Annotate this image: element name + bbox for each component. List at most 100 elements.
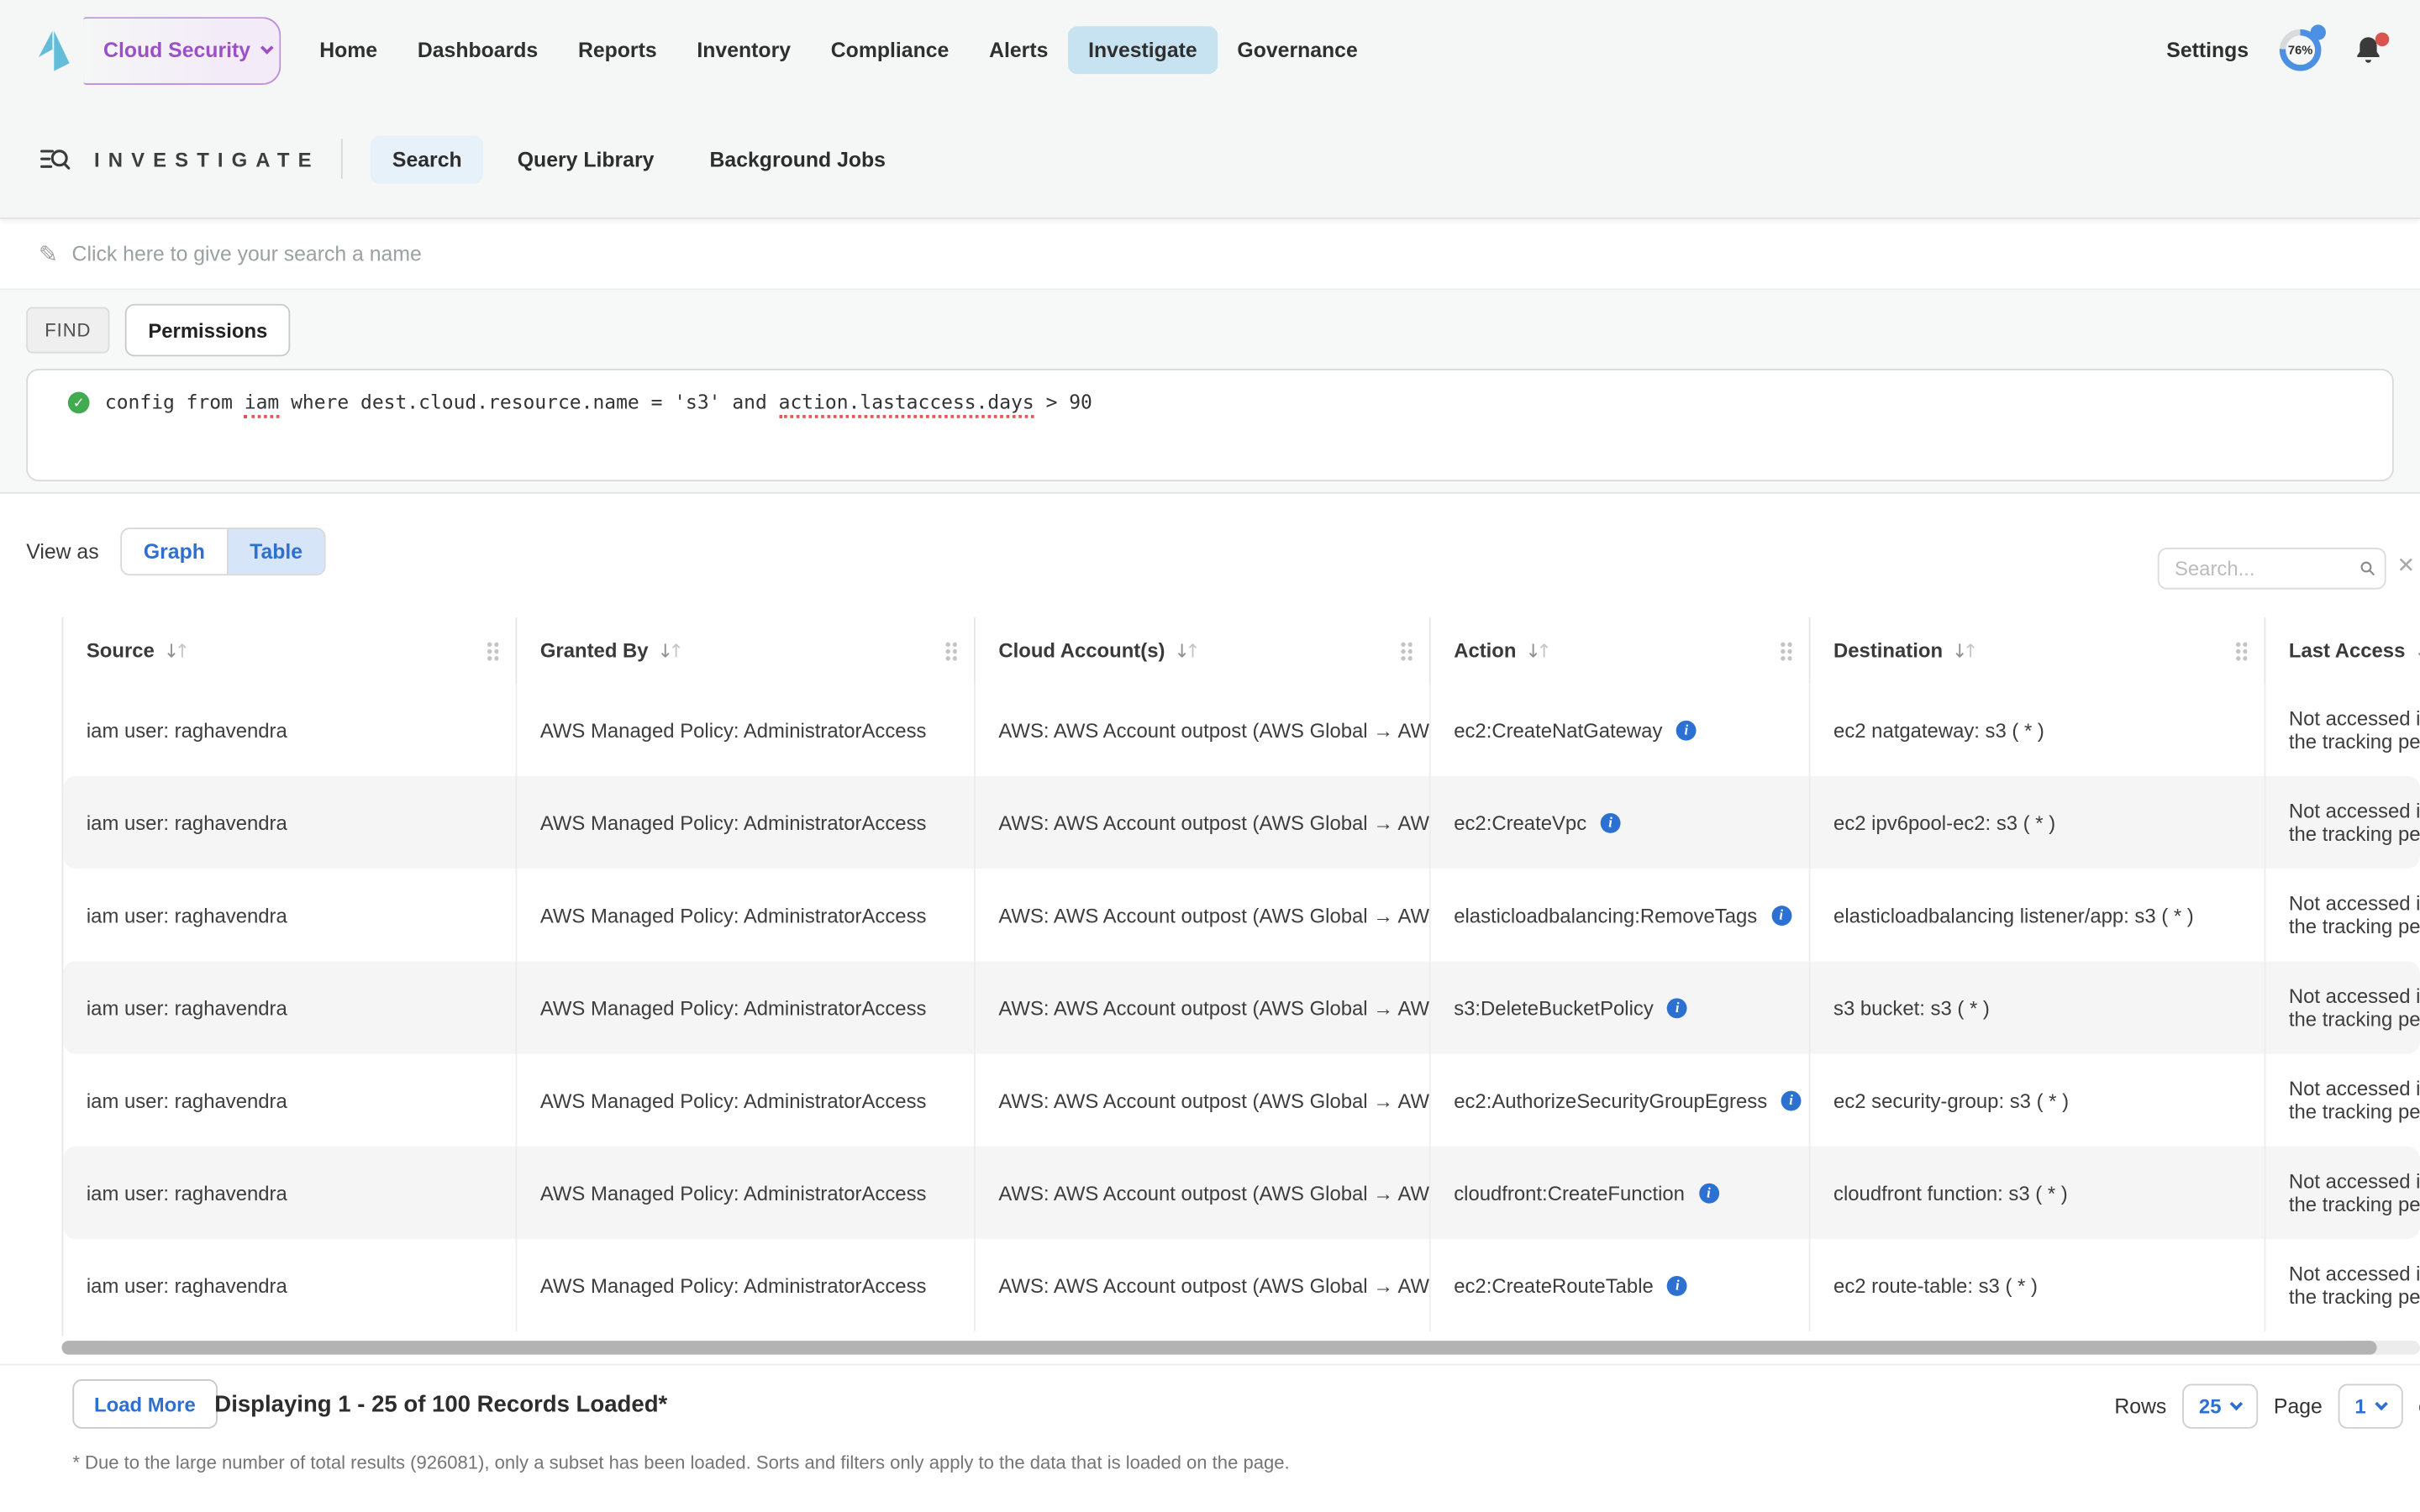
- search-icon: [2360, 557, 2375, 580]
- table-row[interactable]: iam user: raghavendra AWS Managed Policy:…: [63, 776, 2420, 869]
- table-row[interactable]: iam user: raghavendraAWS Managed Policy:…: [63, 869, 2420, 961]
- query-box[interactable]: ✓ config from iam where dest.cloud.resou…: [26, 369, 2394, 481]
- cell-granted-by: AWS Managed Policy: AdministratorAccess: [517, 869, 976, 961]
- table-row[interactable]: iam user: raghavendraAWS Managed Policy:…: [63, 961, 2420, 1053]
- cell-text: Not accessed in the tracking period: [2289, 1169, 2420, 1215]
- column-header-destination[interactable]: Destination↓↑: [1810, 617, 2265, 684]
- column-header-last-access[interactable]: Last Access↓↑: [2265, 617, 2420, 684]
- sort-icon[interactable]: ↓↑: [658, 639, 680, 661]
- results-search-box: [2158, 548, 2386, 590]
- topnav-right: Settings 76%: [2166, 29, 2386, 71]
- cell-text: iam user: raghavendra: [87, 811, 287, 834]
- nav-item-compliance[interactable]: Compliance: [811, 26, 969, 74]
- query-token: where dest.cloud.resource.name = 's3' an…: [279, 391, 778, 414]
- drag-handle-icon[interactable]: [1400, 640, 1413, 660]
- cell-text: s3 bucket: s3 ( * ): [1833, 996, 1990, 1020]
- investigate-search-icon: [39, 143, 71, 176]
- table-row[interactable]: iam user: raghavendraAWS Managed Policy:…: [63, 684, 2420, 776]
- sort-icon[interactable]: ↓↑: [164, 639, 186, 661]
- cell-source: iam user: raghavendra: [63, 1147, 517, 1239]
- nav-item-reports[interactable]: Reports: [558, 26, 676, 74]
- info-icon[interactable]: i: [1667, 997, 1687, 1017]
- sort-icon[interactable]: ↓↑: [1952, 639, 1974, 661]
- view-option-table[interactable]: Table: [227, 529, 324, 574]
- search-name-row: ✎ Click here to give your search a name: [0, 219, 2420, 290]
- cell-action: ec2:CreateVpc i: [1431, 776, 1811, 869]
- cell-destination: ec2 route-table: s3 ( * ): [1810, 1239, 2265, 1331]
- column-label: Action: [1454, 638, 1516, 662]
- cell-text: ec2:CreateNatGateway: [1454, 718, 1662, 742]
- cell-text: AWS Managed Policy: AdministratorAccess: [540, 1181, 927, 1205]
- search-name-field[interactable]: Click here to give your search a name: [72, 242, 422, 265]
- tab-permissions[interactable]: Permissions: [125, 304, 291, 356]
- load-more-button[interactable]: Load More: [72, 1379, 217, 1429]
- view-as-row: View as GraphTable: [26, 528, 325, 575]
- divider: [341, 139, 343, 179]
- info-icon[interactable]: i: [1698, 1183, 1718, 1203]
- table-header-row: Source↓↑Granted By↓↑Cloud Account(s)↓↑Ac…: [63, 617, 2420, 684]
- horizontal-scrollbar[interactable]: [61, 1341, 2420, 1355]
- query-input[interactable]: config from iam where dest.cloud.resourc…: [105, 391, 1092, 414]
- nav-item-dashboards[interactable]: Dashboards: [397, 26, 558, 74]
- cell-text: elasticloadbalancing:RemoveTags: [1454, 903, 1757, 927]
- table-row[interactable]: iam user: raghavendraAWS Managed Policy:…: [63, 1239, 2420, 1331]
- table-row[interactable]: iam user: raghavendraAWS Managed Policy:…: [63, 1053, 2420, 1146]
- cell-last-access: Not accessed in the tracking period: [2265, 961, 2420, 1053]
- rows-per-page-value: 25: [2199, 1394, 2222, 1418]
- find-label: FIND: [26, 307, 109, 354]
- scrollbar-thumb[interactable]: [61, 1341, 2376, 1355]
- sort-icon[interactable]: ↓↑: [1174, 639, 1196, 661]
- tab-background-jobs[interactable]: Background Jobs: [688, 135, 908, 183]
- drag-handle-icon[interactable]: [487, 640, 499, 660]
- info-icon[interactable]: i: [1781, 1090, 1802, 1110]
- notifications-button[interactable]: [2352, 32, 2386, 69]
- usage-dot: [2311, 24, 2326, 39]
- column-header-source[interactable]: Source↓↑: [63, 617, 517, 684]
- cell-text: cloudfront function: s3 ( * ): [1833, 1181, 2068, 1205]
- cell-source: iam user: raghavendra: [63, 1053, 517, 1146]
- settings-button[interactable]: Settings: [2166, 39, 2249, 62]
- product-switcher-label: Cloud Security: [103, 39, 250, 62]
- cell-text: AWS: AWS Account outpost (AWS Global → A…: [998, 1181, 1430, 1205]
- table-footer: Load More Displaying 1 - 25 of 100 Recor…: [0, 1364, 2420, 1512]
- info-icon[interactable]: i: [1676, 720, 1697, 740]
- column-header-granted-by[interactable]: Granted By↓↑: [517, 617, 976, 684]
- rows-per-page-select[interactable]: 25: [2182, 1384, 2259, 1429]
- sort-icon[interactable]: ↓↑: [1526, 639, 1548, 661]
- tab-query-library[interactable]: Query Library: [496, 135, 676, 183]
- cell-granted-by: AWS Managed Policy: AdministratorAccess: [517, 684, 976, 776]
- nav-item-investigate[interactable]: Investigate: [1068, 26, 1217, 74]
- cell-source: iam user: raghavendra: [63, 869, 517, 961]
- drag-handle-icon[interactable]: [1780, 640, 1792, 660]
- tab-search[interactable]: Search: [371, 135, 483, 183]
- sort-icon[interactable]: ↓↑: [2414, 639, 2420, 661]
- nav-item-home[interactable]: Home: [299, 26, 397, 74]
- results-search-input[interactable]: [2175, 557, 2360, 580]
- cell-destination: s3 bucket: s3 ( * ): [1810, 961, 2265, 1053]
- page-value: 1: [2354, 1394, 2365, 1418]
- cell-source: iam user: raghavendra: [63, 776, 517, 869]
- page-select[interactable]: 1: [2338, 1384, 2403, 1429]
- cell-action: ec2:CreateRouteTablei: [1431, 1239, 1811, 1331]
- table-row[interactable]: iam user: raghavendra AWS Managed Policy:…: [63, 1147, 2420, 1239]
- drag-handle-icon[interactable]: [944, 640, 957, 660]
- product-switcher[interactable]: Cloud Security: [83, 16, 281, 84]
- view-option-graph[interactable]: Graph: [122, 529, 226, 574]
- column-header-cloud-accounts[interactable]: Cloud Account(s)↓↑: [976, 617, 1431, 684]
- info-icon[interactable]: i: [1667, 1275, 1687, 1295]
- info-icon[interactable]: i: [1601, 812, 1621, 832]
- nav-item-governance[interactable]: Governance: [1218, 26, 1378, 74]
- logo-icon[interactable]: [34, 27, 74, 73]
- cell-text: ec2:CreateVpc: [1454, 811, 1586, 834]
- usage-ring[interactable]: 76%: [2280, 29, 2322, 71]
- column-header-action[interactable]: Action ↓↑: [1431, 617, 1811, 684]
- nav-item-alerts[interactable]: Alerts: [969, 26, 1068, 74]
- nav-item-inventory[interactable]: Inventory: [677, 26, 811, 74]
- cell-last-access: Not accessed in the tracking period: [2265, 1053, 2420, 1146]
- top-navigation-bar: Cloud Security HomeDashboardsReportsInve…: [0, 0, 2420, 100]
- cell-text: AWS Managed Policy: AdministratorAccess: [540, 811, 927, 834]
- clear-search-icon[interactable]: ✕: [2396, 554, 2415, 578]
- info-icon[interactable]: i: [1771, 905, 1791, 925]
- drag-handle-icon[interactable]: [2235, 640, 2248, 660]
- cell-text: iam user: raghavendra: [87, 1273, 287, 1297]
